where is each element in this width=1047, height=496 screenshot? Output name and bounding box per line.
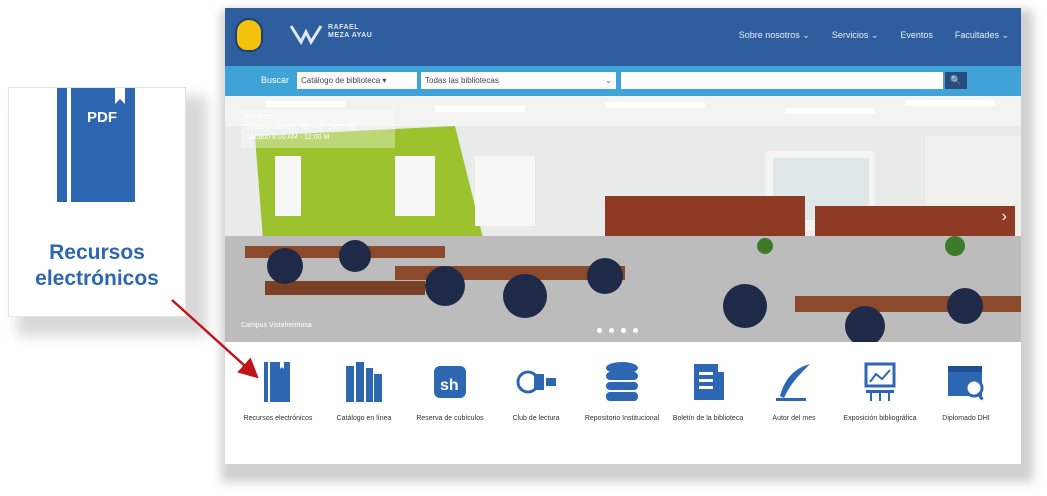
- svg-text:sh: sh: [440, 377, 459, 394]
- pdf-document-icon: PDF: [57, 88, 135, 202]
- library-website: RAFAEL MEZA AYAU Sobre nosotros ⌄ Servic…: [225, 8, 1021, 464]
- catalog-scope-select[interactable]: Catálogo de biblioteca ▾: [297, 72, 417, 89]
- reading-club-icon: [516, 370, 556, 394]
- carousel-next-icon[interactable]: ›: [1002, 208, 1007, 226]
- services-icon-strip: Recursos electrónicos Catálogo en línea …: [225, 344, 1021, 464]
- chevron-down-icon: ⌄: [605, 76, 612, 85]
- university-logo-icon: [289, 25, 323, 46]
- service-repositorio[interactable]: Repositorio Institucional: [583, 362, 661, 423]
- nav-about[interactable]: Sobre nosotros ⌄: [739, 30, 810, 41]
- library-select[interactable]: Todas las bibliotecas ⌄: [421, 72, 616, 89]
- search-input[interactable]: [621, 72, 943, 89]
- top-navbar: RAFAEL MEZA AYAU Sobre nosotros ⌄ Servic…: [225, 8, 1021, 66]
- cubicle-icon: sh: [434, 366, 466, 398]
- service-recursos-electronicos[interactable]: Recursos electrónicos: [239, 362, 317, 423]
- search-bar: Buscar Catálogo de biblioteca ▾ Todas la…: [225, 66, 1021, 96]
- service-diplomado[interactable]: Diplomado DHI: [927, 362, 1005, 423]
- service-exposicion[interactable]: Exposición bibliográfica: [841, 362, 919, 423]
- carousel-dot[interactable]: [633, 328, 638, 333]
- books-icon: [346, 362, 382, 402]
- callout-label-line2: electrónicos: [35, 267, 159, 290]
- nav-faculties[interactable]: Facultades ⌄: [955, 30, 1009, 41]
- service-club-lectura[interactable]: Club de lectura: [497, 362, 575, 423]
- callout-label-line1: Recursos: [49, 241, 145, 264]
- service-catalogo[interactable]: Catálogo en línea: [325, 362, 403, 423]
- service-cubiculos[interactable]: sh Reserva de cubículos: [411, 362, 489, 423]
- main-nav: Sobre nosotros ⌄ Servicios ⌄ Eventos Fac…: [739, 30, 1009, 41]
- service-boletin[interactable]: Boletín de la biblioteca: [669, 362, 747, 423]
- ebook-icon: [264, 362, 290, 402]
- newsletter-icon: [694, 364, 724, 400]
- pdf-badge: PDF: [87, 109, 117, 126]
- carousel-dot[interactable]: [621, 328, 626, 333]
- hero-caption: Campus Vistahermosa: [241, 322, 312, 329]
- search-label: Buscar: [261, 75, 290, 85]
- callout-card: PDF Recursos electrónicos: [9, 88, 185, 316]
- service-autor-mes[interactable]: Autor del mes: [755, 362, 833, 423]
- nav-services[interactable]: Servicios ⌄: [832, 30, 879, 41]
- database-icon: [606, 362, 638, 401]
- exhibit-icon: [864, 362, 896, 401]
- nav-events[interactable]: Eventos: [900, 30, 933, 41]
- carousel-dots: [597, 328, 638, 333]
- carousel-dot[interactable]: [597, 328, 602, 333]
- diploma-icon: [948, 366, 984, 401]
- search-icon[interactable]: 🔍: [945, 72, 967, 89]
- university-seal-icon: [235, 18, 263, 52]
- hero-carousel: Horarios Lunes a viernes 7:00 AM - 9:00 …: [225, 96, 1021, 342]
- carousel-dot[interactable]: [609, 328, 614, 333]
- logo-text: RAFAEL MEZA AYAU: [328, 24, 373, 39]
- quill-icon: [776, 364, 810, 401]
- hours-overlay: Horarios Lunes a viernes 7:00 AM - 9:00 …: [241, 110, 395, 148]
